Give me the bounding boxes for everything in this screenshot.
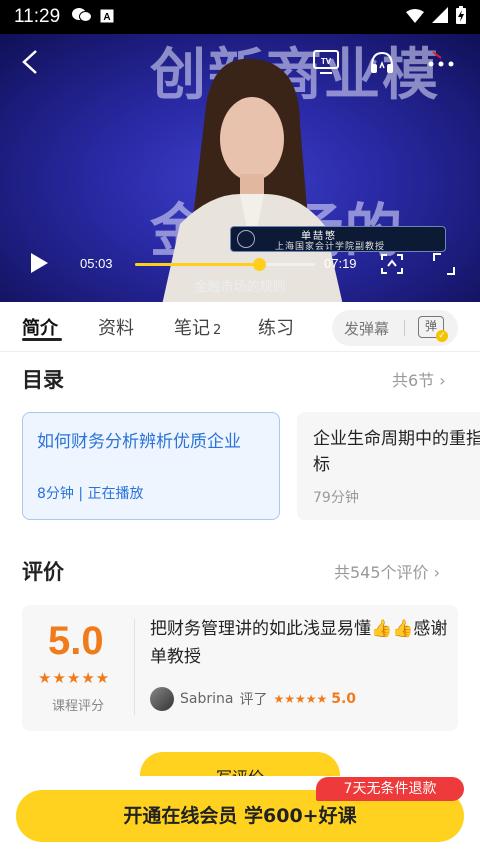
avatar	[150, 687, 174, 711]
reviews-more-link[interactable]: 共545个评价 ›	[334, 559, 440, 583]
reviewer-star-icon: ★★★★★	[273, 692, 328, 706]
wifi-icon	[406, 8, 424, 27]
catalog-title: 目录	[22, 368, 64, 392]
current-time: 05:03	[80, 256, 113, 271]
speaker-title: 上海国家会计学院副教授	[275, 242, 386, 252]
progress-bar[interactable]	[135, 258, 315, 271]
play-button[interactable]	[22, 248, 56, 278]
svg-text:A: A	[104, 12, 111, 23]
reviews-count: 共545个评价	[334, 563, 429, 582]
reviewer-action: 评了	[239, 692, 268, 708]
more-button[interactable]	[424, 46, 458, 78]
status-time: 11:29	[14, 6, 61, 27]
progress-fill	[135, 263, 260, 266]
chapter-meta: 79分钟	[313, 490, 359, 506]
danmu-input[interactable]: 发弹幕 弹 ✓	[332, 310, 458, 346]
review-divider	[134, 619, 135, 715]
chapter-card[interactable]: 企业生命周期中的重指标 79分钟	[297, 412, 480, 520]
review-text: 把财务管理讲的如此浅显易懂👍👍感谢单教授	[150, 619, 448, 667]
video-caption: 金融市场的规则	[194, 280, 286, 295]
audio-icon	[371, 51, 393, 73]
more-icon	[428, 51, 454, 67]
back-button[interactable]	[14, 46, 46, 78]
chapter-title: 如何财务分析辨析优质企业	[37, 432, 241, 452]
screen-mirror-icon	[381, 254, 403, 274]
wechat-icon	[72, 7, 93, 27]
speaker-nameplate: 单喆慜 上海国家会计学院副教授	[230, 226, 446, 252]
total-time: 07:19	[324, 256, 357, 271]
signal-icon	[432, 7, 448, 27]
chapter-title: 企业生命周期中的重指标	[313, 429, 480, 475]
chapter-card-current[interactable]: 如何财务分析辨析优质企业 8分钟 | 正在播放	[22, 412, 280, 520]
a-notification-icon: A	[100, 8, 114, 27]
content-tabs: 简介 资料 笔记 2 练习 发弹幕 弹 ✓	[0, 302, 480, 352]
fullscreen-button[interactable]	[430, 250, 458, 278]
refund-badge: 7天无条件退款	[316, 777, 464, 801]
reviewer-row: Sabrina 评了 ★★★★★ 5.0	[150, 687, 356, 711]
battery-icon	[456, 6, 466, 28]
danmu-divider	[404, 320, 405, 336]
fullscreen-icon	[433, 253, 455, 275]
tab-intro[interactable]: 简介	[22, 314, 58, 340]
play-icon	[31, 253, 48, 273]
video-player[interactable]: 创新商业模 金 市场的 单喆慜 上海国家会计学院副教授 金融市场的规则 TV 0…	[0, 34, 480, 302]
screen-mirror-button[interactable]	[378, 250, 406, 278]
danmu-label: 发弹幕	[344, 320, 390, 338]
back-icon	[22, 50, 37, 74]
tab-notes-label: 笔记	[174, 318, 210, 339]
reviews-title: 评价	[22, 560, 64, 584]
reviewer-score: 5.0	[331, 691, 357, 707]
catalog-count: 共6节	[392, 371, 435, 390]
status-bar: 11:29 A	[0, 0, 480, 34]
audio-mode-button[interactable]	[366, 46, 398, 78]
catalog-more-link[interactable]: 共6节 ›	[392, 367, 446, 391]
star-rating-icon: ★★★★★	[38, 669, 111, 687]
score-label: 课程评分	[52, 699, 105, 714]
active-tab-indicator	[22, 338, 62, 341]
tab-materials[interactable]: 资料	[98, 314, 134, 340]
svg-text:TV: TV	[321, 57, 332, 66]
chevron-right-icon: ›	[439, 371, 446, 390]
notes-count: 2	[213, 323, 222, 338]
review-card[interactable]: 5.0 ★★★★★ 课程评分 把财务管理讲的如此浅显易懂👍👍感谢单教授 Sabr…	[22, 605, 458, 731]
tv-cast-icon: TV	[313, 50, 339, 74]
tab-notes[interactable]: 笔记 2	[174, 314, 221, 340]
tab-practice[interactable]: 练习	[258, 314, 294, 340]
check-icon: ✓	[436, 330, 448, 342]
tv-cast-button[interactable]: TV	[310, 46, 342, 78]
chapter-meta: 8分钟 | 正在播放	[37, 486, 144, 502]
institute-logo	[237, 230, 255, 248]
reviewer-name: Sabrina	[180, 691, 234, 707]
chevron-right-icon: ›	[433, 563, 441, 582]
course-score: 5.0	[48, 619, 104, 663]
